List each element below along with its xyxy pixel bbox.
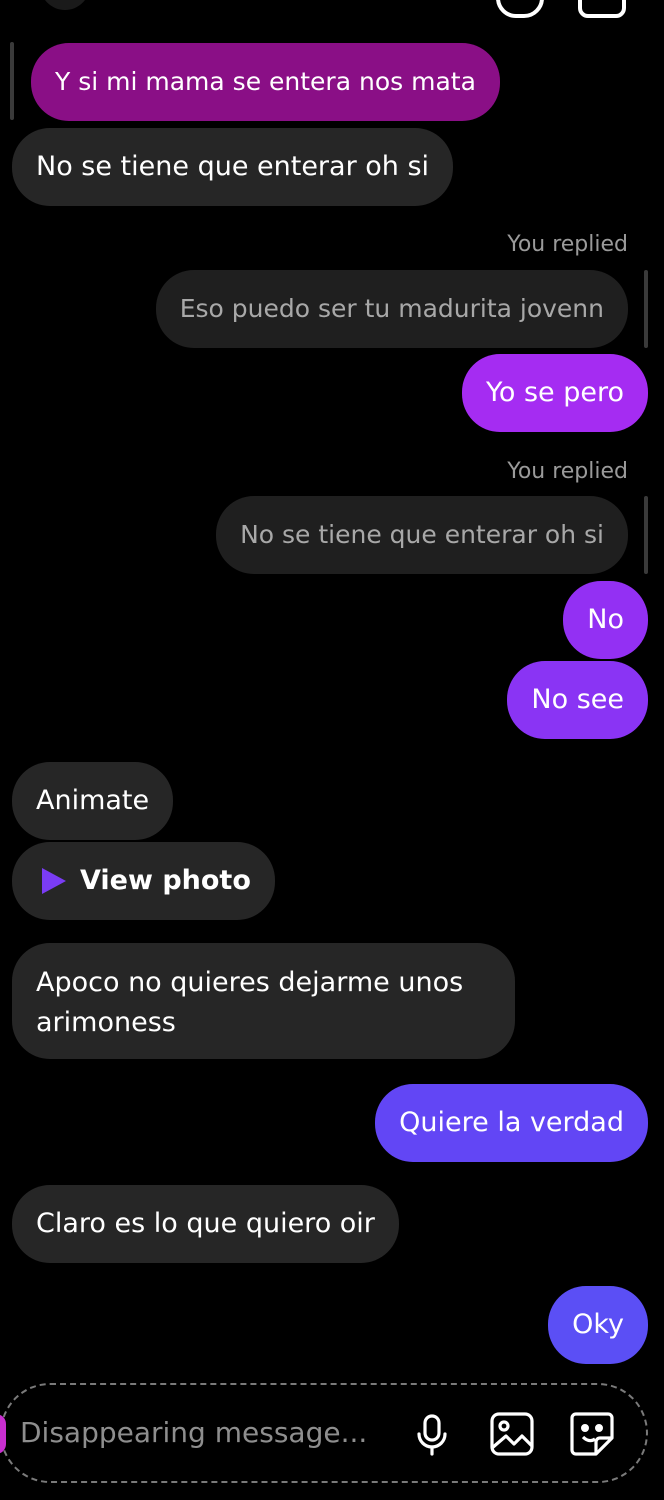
message-bubble-received[interactable]: No se tiene que enterar oh si: [12, 128, 454, 206]
sticker-icon[interactable]: [566, 1408, 618, 1460]
message-text: Animate: [36, 785, 150, 816]
message-text: Quiere la verdad: [399, 1107, 624, 1138]
message-bubble-sent-highlight[interactable]: Y si mi mama se entera nos mata: [31, 43, 500, 121]
message-input-placeholder[interactable]: Disappearing message...: [20, 1416, 367, 1449]
message-text: Oky: [572, 1309, 624, 1340]
reply-indicator: [644, 496, 648, 574]
message-bubble-sent[interactable]: Oky: [548, 1286, 648, 1364]
message-bubble-received[interactable]: Animate: [12, 762, 174, 840]
image-icon[interactable]: [486, 1408, 538, 1460]
message-text-line: arimoness: [36, 1007, 176, 1038]
message-bubble-received[interactable]: Claro es lo que quiero oir: [12, 1185, 399, 1263]
call-icon-partial[interactable]: [496, 0, 544, 18]
reply-indicator: [10, 42, 14, 120]
message-text: Claro es lo que quiero oir: [36, 1208, 375, 1239]
you-replied-label: You replied: [507, 459, 628, 484]
message-text: Y si mi mama se entera nos mata: [55, 67, 476, 96]
message-text: No see: [531, 684, 624, 715]
message-bubble-sent[interactable]: Quiere la verdad: [375, 1084, 648, 1162]
quoted-text: Eso puedo ser tu madurita jovenn: [179, 294, 604, 323]
reply-indicator: [644, 270, 648, 348]
quoted-message[interactable]: Eso puedo ser tu madurita jovenn: [155, 270, 628, 348]
message-text: No: [587, 604, 624, 635]
video-icon-partial[interactable]: [578, 0, 626, 18]
camera-button-partial[interactable]: [0, 1414, 6, 1454]
view-photo-button[interactable]: View photo: [12, 842, 275, 920]
view-photo-label: View photo: [80, 865, 251, 896]
quoted-text: No se tiene que enterar oh si: [240, 520, 604, 549]
message-text: Yo se pero: [485, 377, 624, 408]
you-replied-label: You replied: [507, 232, 628, 257]
message-text: No se tiene que enterar oh si: [36, 151, 430, 182]
message-bubble-sent[interactable]: No see: [507, 661, 648, 739]
message-bubble-sent[interactable]: No: [563, 581, 648, 659]
quoted-message[interactable]: No se tiene que enterar oh si: [216, 496, 628, 574]
message-text-line: Apoco no quieres dejarme unos: [36, 967, 464, 998]
play-icon: [42, 868, 66, 894]
microphone-icon[interactable]: [406, 1408, 458, 1460]
message-bubble-sent[interactable]: Yo se pero: [461, 354, 648, 432]
message-bubble-received[interactable]: Apoco no quieres dejarme unos arimoness: [12, 943, 515, 1059]
header-avatar-partial: [40, 0, 90, 10]
